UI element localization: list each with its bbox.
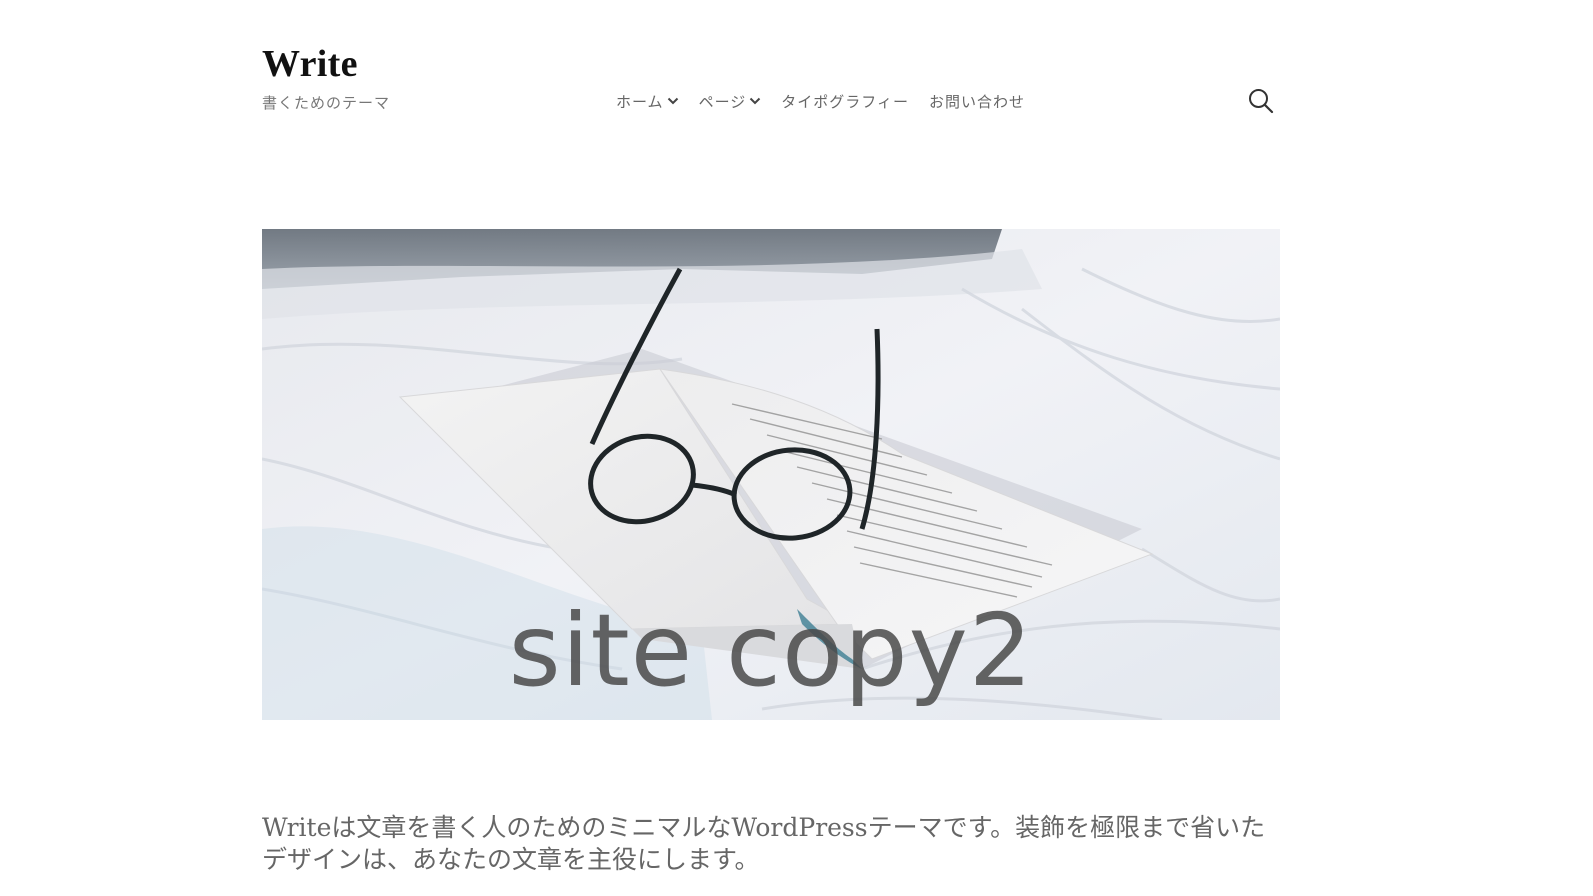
search-icon: [1249, 89, 1274, 114]
intro-text: Writeは文章を書く人のためのミニマルなWordPressテーマです。装飾を極…: [262, 813, 1266, 874]
chevron-down-icon: [667, 97, 678, 105]
site-description: 書くためのテーマ: [262, 94, 391, 112]
nav-item-label: ホーム: [616, 92, 664, 111]
nav-item-label: ページ: [698, 92, 747, 111]
nav-item-label: お問い合わせ: [928, 92, 1025, 111]
nav-item-label: タイポグラフィー: [781, 92, 909, 111]
nav-item-pages[interactable]: ページ: [699, 91, 762, 112]
nav-item-home[interactable]: ホーム: [616, 91, 679, 112]
chevron-down-icon: [750, 97, 761, 105]
search-button[interactable]: [1246, 86, 1276, 116]
hero-image: site copy2: [262, 229, 1280, 720]
nav-item-contact[interactable]: お問い合わせ: [929, 91, 1025, 112]
site-title[interactable]: Write: [262, 40, 358, 88]
nav-item-typography[interactable]: タイポグラフィー: [781, 91, 909, 112]
main-nav: ホーム ページ タイポグラフィー お問い合わせ: [616, 88, 1025, 114]
hero-caption: site copy2: [508, 592, 1034, 709]
